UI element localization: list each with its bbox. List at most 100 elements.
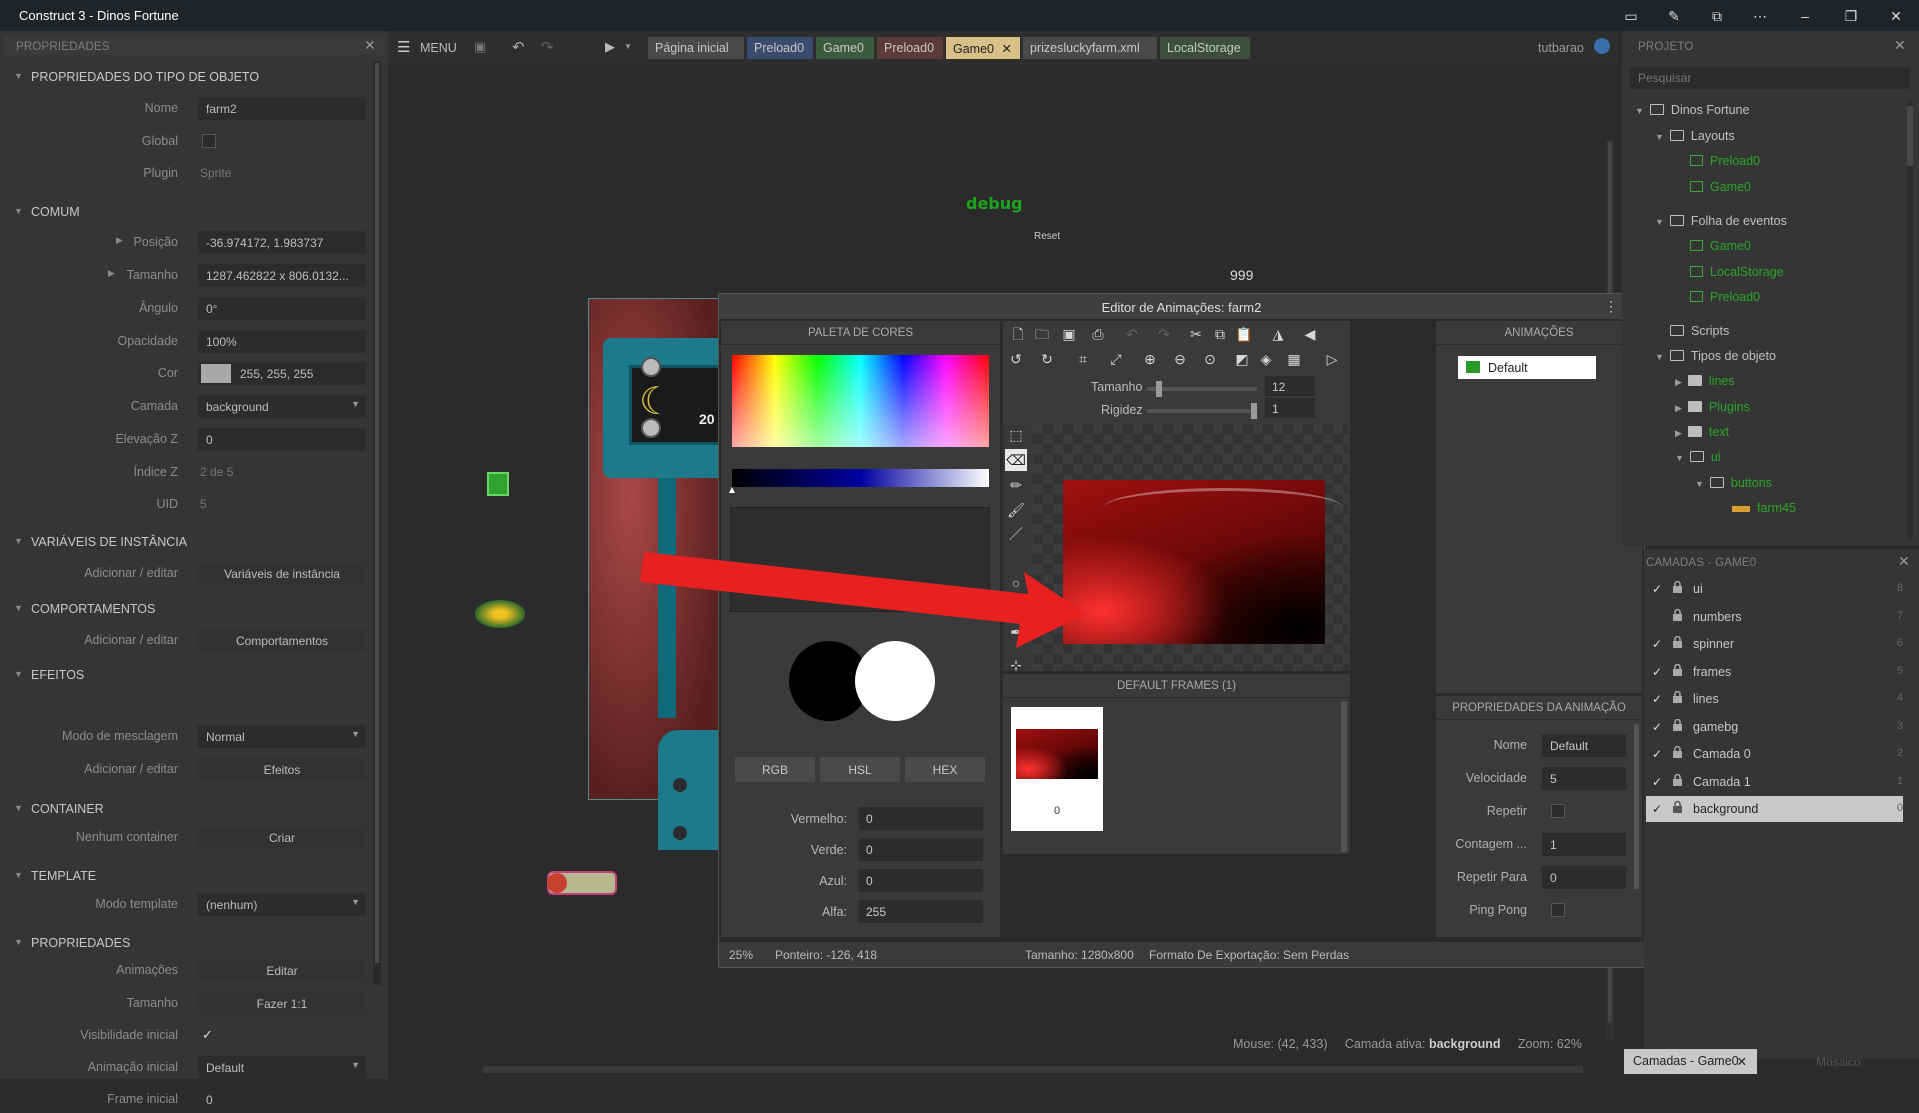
- layer-row[interactable]: ✓ gamebg 3: [1646, 714, 1903, 740]
- horizontal-scrollbar[interactable]: [483, 1066, 1583, 1073]
- angle-field[interactable]: 0°: [198, 297, 366, 320]
- make-1-1-button[interactable]: Fazer 1:1: [198, 992, 366, 1015]
- notes-icon[interactable]: ▭: [1620, 5, 1642, 27]
- eraser-icon[interactable]: ⌫: [1005, 449, 1027, 471]
- layer-row[interactable]: ✓ lines 4: [1646, 686, 1903, 712]
- global-checkbox[interactable]: [202, 134, 216, 148]
- slider-handle-icon[interactable]: ▲: [727, 485, 737, 496]
- lock-icon[interactable]: [1672, 663, 1683, 677]
- mirror-icon[interactable]: ◮: [1267, 323, 1289, 345]
- tree-object-farm45[interactable]: farm45: [1732, 501, 1796, 525]
- menu-icon[interactable]: ☰: [397, 38, 410, 56]
- section-template[interactable]: ▼ TEMPLATE: [0, 865, 366, 889]
- effects-button[interactable]: Efeitos: [198, 758, 366, 781]
- copy-icon[interactable]: ⧉: [1209, 323, 1231, 345]
- green-gem-sprite[interactable]: [487, 472, 509, 496]
- opacity-field[interactable]: 100%: [198, 330, 366, 353]
- hardness-slider[interactable]: [1147, 403, 1257, 419]
- tree-event-localstorage[interactable]: LocalStorage: [1690, 265, 1784, 289]
- color-swatch[interactable]: [201, 364, 231, 383]
- rotate-cw-icon[interactable]: ↻: [1036, 348, 1058, 370]
- blue-input[interactable]: 0: [859, 869, 983, 892]
- lock-icon[interactable]: [1672, 800, 1683, 814]
- hex-mode-button[interactable]: HEX: [905, 757, 985, 782]
- tab-1[interactable]: Preload0: [747, 37, 813, 59]
- minimize-button[interactable]: –: [1794, 5, 1816, 27]
- layers-tab[interactable]: Camadas - Game0 ✕: [1624, 1049, 1757, 1074]
- position-field[interactable]: -36.974172, 1.983737: [198, 231, 366, 254]
- brush-icon[interactable]: 🖌: [1005, 499, 1027, 521]
- animation-item-default[interactable]: Default: [1458, 356, 1596, 379]
- tree-layout-game0[interactable]: Game0: [1690, 180, 1751, 204]
- cut-icon[interactable]: ✂: [1185, 323, 1207, 345]
- tree-object-types[interactable]: ▼ Tipos de objeto: [1655, 349, 1776, 373]
- repeat-to-input[interactable]: 0: [1542, 866, 1626, 889]
- dialog-titlebar[interactable]: Editor de Animações: farm2 ⋮ ✕: [719, 294, 1644, 319]
- brush-size-slider[interactable]: [1147, 381, 1257, 397]
- pingpong-checkbox[interactable]: [1551, 903, 1565, 917]
- scrollbar[interactable]: [373, 61, 381, 985]
- layer-row[interactable]: ✓ ui 8: [1646, 576, 1903, 602]
- instance-vars-button[interactable]: Variáveis de instância: [198, 562, 366, 585]
- save-icon[interactable]: ▣: [1058, 323, 1080, 345]
- color-field[interactable]: 255, 255, 255: [198, 362, 366, 385]
- pencil-icon[interactable]: ✏: [1005, 474, 1027, 496]
- name-field[interactable]: farm2: [198, 97, 366, 120]
- new-file-icon[interactable]: 🗋: [1007, 323, 1029, 345]
- anim-speed-input[interactable]: 5: [1542, 767, 1626, 790]
- tab-3[interactable]: Preload0: [877, 37, 943, 59]
- visibility-check-icon[interactable]: ✓: [1652, 582, 1662, 596]
- layer-row[interactable]: ✓ Camada 0 2: [1646, 741, 1903, 767]
- more-icon[interactable]: ⋮: [1604, 298, 1618, 315]
- loop-checkbox[interactable]: [1551, 804, 1565, 818]
- layers-icon[interactable]: ◈: [1255, 348, 1277, 370]
- initial-animation-select[interactable]: Default ▼: [198, 1056, 366, 1079]
- zoom-out-icon[interactable]: ⊖: [1169, 348, 1191, 370]
- brush-size-handle[interactable]: [1156, 381, 1163, 397]
- visibility-check-icon[interactable]: ✓: [1652, 637, 1662, 651]
- project-search-input[interactable]: [1630, 67, 1910, 89]
- close-icon[interactable]: ✕: [1898, 553, 1910, 570]
- layer-row[interactable]: ✓ frames 5: [1646, 659, 1903, 685]
- lock-icon[interactable]: [1672, 718, 1683, 732]
- tree-event-game0[interactable]: Game0: [1690, 239, 1751, 263]
- section-instance-vars[interactable]: ▼ VARIÁVEIS DE INSTÂNCIA: [0, 531, 366, 555]
- frames-scrollbar[interactable]: [1341, 702, 1347, 852]
- tree-scripts[interactable]: Scripts: [1670, 324, 1729, 348]
- behaviors-button[interactable]: Comportamentos: [198, 629, 366, 652]
- export-icon[interactable]: ⎙: [1087, 323, 1109, 345]
- close-window-button[interactable]: ✕: [1885, 5, 1907, 27]
- edit-animations-button[interactable]: Editar: [198, 959, 366, 982]
- create-container-button[interactable]: Criar: [198, 826, 366, 849]
- zoom-reset-icon[interactable]: ⊙: [1199, 348, 1221, 370]
- hsl-mode-button[interactable]: HSL: [820, 757, 900, 782]
- tree-layout-preload0[interactable]: Preload0: [1690, 154, 1760, 178]
- resize-icon[interactable]: ⤢: [1105, 348, 1127, 370]
- tab-0[interactable]: Página inicial: [648, 37, 744, 59]
- red-input[interactable]: 0: [859, 807, 983, 830]
- lock-icon[interactable]: [1672, 745, 1683, 759]
- more-icon[interactable]: ⋯: [1749, 5, 1771, 27]
- tree-folder-buttons[interactable]: ▼ buttons: [1695, 476, 1772, 500]
- preview-play-icon[interactable]: ▷: [1321, 348, 1343, 370]
- section-effects[interactable]: ▼ EFEITOS: [0, 664, 366, 688]
- reset-text[interactable]: Reset: [1034, 231, 1060, 242]
- paste-icon[interactable]: 📋: [1233, 323, 1255, 345]
- green-input[interactable]: 0: [859, 838, 983, 861]
- frame-thumbnail[interactable]: 0: [1011, 707, 1103, 831]
- template-select[interactable]: (nenhum) ▼: [198, 893, 366, 916]
- brush-size-input[interactable]: 12: [1265, 376, 1315, 396]
- blend-select[interactable]: Normal ▼: [198, 725, 366, 748]
- layer-row[interactable]: ✓ Camada 1 1: [1646, 769, 1903, 795]
- anim-props-scrollbar[interactable]: [1634, 724, 1639, 889]
- play-icon[interactable]: ▶: [605, 39, 615, 55]
- section-container[interactable]: ▼ CONTAINER: [0, 798, 366, 822]
- tree-event-preload0[interactable]: Preload0: [1690, 290, 1760, 314]
- hardness-handle[interactable]: [1251, 403, 1257, 419]
- lock-icon[interactable]: [1672, 635, 1683, 649]
- project-scrollbar[interactable]: [1907, 100, 1913, 540]
- layer-row[interactable]: ✓ background 0: [1646, 796, 1903, 822]
- dino-sprite[interactable]: [475, 600, 525, 628]
- close-icon[interactable]: ✕: [364, 37, 376, 54]
- section-properties[interactable]: ▼ PROPRIEDADES: [0, 932, 366, 956]
